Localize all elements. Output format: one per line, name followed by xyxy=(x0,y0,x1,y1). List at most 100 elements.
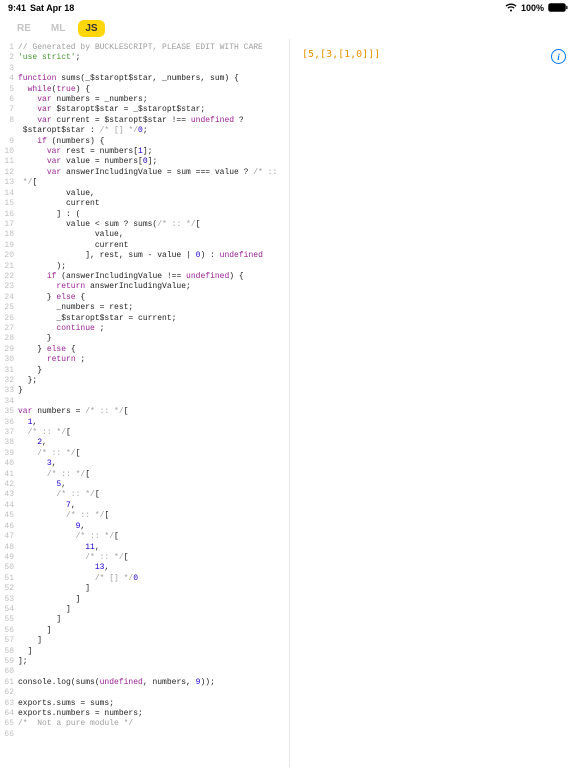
line-content: /* :: */[ xyxy=(18,511,289,521)
code-line[interactable]: 14 value, xyxy=(0,189,289,199)
code-line[interactable]: 10 var rest = numbers[1]; xyxy=(0,147,289,157)
code-line[interactable]: 1// Generated by BUCKLESCRIPT, PLEASE ED… xyxy=(0,43,289,53)
code-line[interactable]: 25 _numbers = rest; xyxy=(0,303,289,313)
tab-js[interactable]: JS xyxy=(78,20,104,37)
line-content: 5, xyxy=(18,480,289,490)
code-line[interactable]: 61console.log(sums(undefined, numbers, 9… xyxy=(0,678,289,688)
line-number: 41 xyxy=(0,470,18,480)
code-line[interactable]: 56 ] xyxy=(0,626,289,636)
line-number: 2 xyxy=(0,53,18,63)
code-line[interactable]: 2'use strict'; xyxy=(0,53,289,63)
code-line[interactable]: 3 xyxy=(0,64,289,74)
code-line[interactable]: 32 }; xyxy=(0,376,289,386)
code-line[interactable]: 52 ] xyxy=(0,584,289,594)
code-line[interactable]: 34 xyxy=(0,397,289,407)
code-line[interactable]: 46 9, xyxy=(0,522,289,532)
code-line[interactable]: 62 xyxy=(0,688,289,698)
code-line[interactable]: 27 continue ; xyxy=(0,324,289,334)
line-number: 61 xyxy=(0,678,18,688)
code-line[interactable]: 51 /* [] */0 xyxy=(0,574,289,584)
code-line[interactable]: 54 ] xyxy=(0,605,289,615)
line-number: 29 xyxy=(0,345,18,355)
code-line[interactable]: 21 ); xyxy=(0,262,289,272)
code-line[interactable]: 16 ] : ( xyxy=(0,210,289,220)
line-content: 11, xyxy=(18,543,289,553)
code-line[interactable]: 55 ] xyxy=(0,615,289,625)
code-line[interactable]: 44 7, xyxy=(0,501,289,511)
code-line[interactable]: 45 /* :: */[ xyxy=(0,511,289,521)
tab-re[interactable]: RE xyxy=(10,20,38,37)
line-number: 12 xyxy=(0,168,18,178)
code-line[interactable]: 13 */[ xyxy=(0,178,289,188)
code-line[interactable]: 65/* Not a pure module */ xyxy=(0,719,289,729)
line-number: 54 xyxy=(0,605,18,615)
code-line[interactable]: 30 return ; xyxy=(0,355,289,365)
code-line[interactable]: 42 5, xyxy=(0,480,289,490)
code-line[interactable]: 41 /* :: */[ xyxy=(0,470,289,480)
code-line[interactable]: 35var numbers = /* :: */[ xyxy=(0,407,289,417)
code-line[interactable]: 26 _$staropt$star = current; xyxy=(0,314,289,324)
line-content: } xyxy=(18,386,289,396)
code-line[interactable]: 63exports.sums = sums; xyxy=(0,699,289,709)
code-line[interactable]: 18 value, xyxy=(0,230,289,240)
code-line[interactable]: 33} xyxy=(0,386,289,396)
code-line[interactable]: 60 xyxy=(0,667,289,677)
line-content: } else { xyxy=(18,345,289,355)
code-line[interactable]: 8 var current = $staropt$star !== undefi… xyxy=(0,116,289,126)
line-content: return ; xyxy=(18,355,289,365)
code-line[interactable]: 38 2, xyxy=(0,438,289,448)
code-line[interactable]: 20 ], rest, sum - value | 0) : undefined xyxy=(0,251,289,261)
code-line[interactable]: 9 if (numbers) { xyxy=(0,137,289,147)
code-line[interactable]: 6 var numbers = _numbers; xyxy=(0,95,289,105)
code-line[interactable]: $staropt$star : /* [] */0; xyxy=(0,126,289,136)
code-line[interactable]: 12 var answerIncludingValue = sum === va… xyxy=(0,168,289,178)
code-line[interactable]: 64exports.numbers = numbers; xyxy=(0,709,289,719)
code-line[interactable]: 4function sums(_$staropt$star, _numbers,… xyxy=(0,74,289,84)
line-content xyxy=(18,667,289,677)
code-editor-pane[interactable]: 1// Generated by BUCKLESCRIPT, PLEASE ED… xyxy=(0,39,290,767)
info-icon[interactable]: i xyxy=(551,49,566,64)
code-line[interactable]: 24 } else { xyxy=(0,293,289,303)
code-line[interactable]: 11 var value = numbers[0]; xyxy=(0,157,289,167)
line-number: 21 xyxy=(0,262,18,272)
line-number: 42 xyxy=(0,480,18,490)
code-line[interactable]: 15 current xyxy=(0,199,289,209)
line-number: 6 xyxy=(0,95,18,105)
code-line[interactable]: 39 /* :: */[ xyxy=(0,449,289,459)
status-date: Sat Apr 18 xyxy=(30,3,74,13)
line-content: _numbers = rest; xyxy=(18,303,289,313)
line-content: exports.numbers = numbers; xyxy=(18,709,289,719)
line-content: 7, xyxy=(18,501,289,511)
code-line[interactable]: 66 xyxy=(0,730,289,740)
code-line[interactable]: 59]; xyxy=(0,657,289,667)
console-output: [5,[3,[1,0]]] xyxy=(302,49,564,60)
code-line[interactable]: 43 /* :: */[ xyxy=(0,490,289,500)
status-left: 9:41 Sat Apr 18 xyxy=(8,3,74,13)
code-line[interactable]: 19 current xyxy=(0,241,289,251)
line-number: 27 xyxy=(0,324,18,334)
code-line[interactable]: 36 1, xyxy=(0,418,289,428)
code-line[interactable]: 29 } else { xyxy=(0,345,289,355)
code-line[interactable]: 58 ] xyxy=(0,647,289,657)
line-number: 40 xyxy=(0,459,18,469)
code-line[interactable]: 40 3, xyxy=(0,459,289,469)
code-line[interactable]: 28 } xyxy=(0,334,289,344)
code-line[interactable]: 57 ] xyxy=(0,636,289,646)
line-number: 25 xyxy=(0,303,18,313)
line-number: 51 xyxy=(0,574,18,584)
code-line[interactable]: 22 if (answerIncludingValue !== undefine… xyxy=(0,272,289,282)
code-line[interactable]: 23 return answerIncludingValue; xyxy=(0,282,289,292)
code-line[interactable]: 31 } xyxy=(0,366,289,376)
code-line[interactable]: 7 var $staropt$star = _$staropt$star; xyxy=(0,105,289,115)
code-line[interactable]: 49 /* :: */[ xyxy=(0,553,289,563)
code-line[interactable]: 5 while(true) { xyxy=(0,85,289,95)
battery-percentage: 100% xyxy=(521,3,544,13)
code-line[interactable]: 50 13, xyxy=(0,563,289,573)
line-content: ] xyxy=(18,584,289,594)
code-line[interactable]: 48 11, xyxy=(0,543,289,553)
code-line[interactable]: 17 value < sum ? sums(/* :: */[ xyxy=(0,220,289,230)
code-line[interactable]: 47 /* :: */[ xyxy=(0,532,289,542)
code-line[interactable]: 53 ] xyxy=(0,595,289,605)
tab-ml[interactable]: ML xyxy=(44,20,72,37)
code-line[interactable]: 37 /* :: */[ xyxy=(0,428,289,438)
